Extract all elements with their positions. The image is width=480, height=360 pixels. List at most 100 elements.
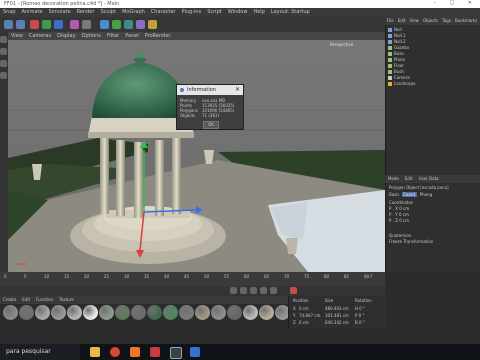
attributes-menu-item-0[interactable]: Mode xyxy=(388,176,399,181)
scale-tool-icon[interactable] xyxy=(42,20,51,29)
attributes-menu-item-2[interactable]: User Data xyxy=(419,176,439,181)
light-icon[interactable] xyxy=(148,20,157,29)
move-tool-icon[interactable] xyxy=(30,20,39,29)
play-icon[interactable] xyxy=(250,287,257,294)
spline-icon[interactable] xyxy=(112,20,121,29)
menu-item-7[interactable]: Plug-ins xyxy=(181,9,201,15)
coord-row[interactable]: P . Z 0 cm xyxy=(389,218,409,223)
close-icon[interactable]: ✕ xyxy=(235,85,240,95)
material-menu-item-1[interactable]: Edit xyxy=(22,297,30,302)
render-settings-icon[interactable] xyxy=(82,20,91,29)
object-manager-menu-item-4[interactable]: Tags xyxy=(442,18,451,23)
viewport-menu-item-6[interactable]: ProRender xyxy=(145,33,171,39)
menu-item-9[interactable]: Window xyxy=(228,9,248,15)
record-icon[interactable] xyxy=(290,287,297,294)
model-mode-icon[interactable] xyxy=(0,36,7,43)
menu-item-10[interactable]: Help xyxy=(253,9,264,15)
go-to-start-icon[interactable] xyxy=(230,287,237,294)
coord-rot-field[interactable]: H 0 ° xyxy=(355,306,365,311)
chrome-icon[interactable] xyxy=(110,347,120,357)
menu-item-3[interactable]: Render xyxy=(77,9,95,15)
material-swatch[interactable] xyxy=(227,305,242,320)
coord-size-field[interactable]: 640.342 cm xyxy=(325,320,349,325)
coord-pos-field[interactable]: 74.847 cm xyxy=(299,313,320,318)
generator-icon[interactable] xyxy=(124,20,133,29)
step-forward-icon[interactable] xyxy=(260,287,267,294)
redo-icon[interactable] xyxy=(16,20,25,29)
menu-item-8[interactable]: Script xyxy=(207,9,222,15)
material-swatch[interactable] xyxy=(179,305,194,320)
coord-row[interactable]: P . X 0 cm xyxy=(389,206,409,211)
rotate-tool-icon[interactable] xyxy=(54,20,63,29)
viewport-menu-item-5[interactable]: Panel xyxy=(125,33,139,39)
coord-size-field[interactable]: 480.403 cm xyxy=(325,306,349,311)
coord-pos-field[interactable]: 0 cm xyxy=(299,320,309,325)
material-swatch[interactable] xyxy=(163,305,178,320)
menu-item-1[interactable]: Animate xyxy=(22,9,43,15)
material-menu-item-2[interactable]: Function xyxy=(36,297,53,302)
viewport-menu-item-1[interactable]: Cameras xyxy=(29,33,51,39)
material-menu-item-3[interactable]: Texture xyxy=(59,297,74,302)
edges-mode-icon[interactable] xyxy=(0,60,7,67)
step-back-icon[interactable] xyxy=(240,287,247,294)
ok-button[interactable]: OK xyxy=(203,121,219,129)
render-icon[interactable] xyxy=(70,20,79,29)
material-swatch[interactable] xyxy=(3,305,18,320)
viewport-menu-item-4[interactable]: Filter xyxy=(107,33,119,39)
viewport-menu-item-2[interactable]: Display xyxy=(57,33,75,39)
object-manager-menu-item-3[interactable]: Objects xyxy=(423,18,438,23)
polygons-mode-icon[interactable] xyxy=(0,72,7,79)
viewport-menu-item-3[interactable]: Options xyxy=(82,33,101,39)
object-manager-menu-item-2[interactable]: View xyxy=(409,18,419,23)
material-menu-item-0[interactable]: Create xyxy=(3,297,16,302)
tab-basic[interactable]: Basic xyxy=(389,192,400,197)
menu-item-0[interactable]: Snap xyxy=(3,9,16,15)
material-swatch[interactable] xyxy=(243,305,258,320)
quaternion-section[interactable]: Quaternion xyxy=(389,233,411,238)
material-swatch[interactable] xyxy=(35,305,50,320)
3d-viewport[interactable] xyxy=(8,40,385,272)
object-list-item[interactable]: Landscape xyxy=(388,81,478,87)
blender-icon[interactable] xyxy=(130,347,140,357)
coord-pos-field[interactable]: 0 cm xyxy=(299,306,309,311)
menu-item-6[interactable]: Character xyxy=(151,9,176,15)
taskbar-search-box[interactable]: para pesquisar xyxy=(0,344,80,360)
deformer-icon[interactable] xyxy=(136,20,145,29)
attributes-menu-item-1[interactable]: Edit xyxy=(405,176,413,181)
window-controls[interactable]: – □ ✕ xyxy=(433,0,478,6)
material-swatch[interactable] xyxy=(83,305,98,320)
coord-row[interactable]: P . Y 0 cm xyxy=(389,212,409,217)
object-manager-menu-item-1[interactable]: Edit xyxy=(398,18,406,23)
menu-item-11[interactable]: Layout: Startup xyxy=(271,9,310,15)
material-swatch[interactable] xyxy=(131,305,146,320)
viewport-menu-item-0[interactable]: View xyxy=(11,33,23,39)
menu-item-5[interactable]: MoGraph xyxy=(122,9,145,15)
material-swatch[interactable] xyxy=(211,305,226,320)
coord-rot-field[interactable]: P 0 ° xyxy=(355,313,365,318)
menu-item-4[interactable]: Sculpt xyxy=(100,9,116,15)
cinema4d-icon[interactable] xyxy=(170,347,182,359)
object-manager-menu-item-0[interactable]: File xyxy=(387,18,394,23)
object-manager-menu-item-5[interactable]: Bookmarks xyxy=(455,18,477,23)
office-icon[interactable] xyxy=(150,347,160,357)
freeze-transformation-section[interactable]: Freeze Transformation xyxy=(389,239,433,244)
points-mode-icon[interactable] xyxy=(0,48,7,55)
menu-item-2[interactable]: Simulate xyxy=(49,9,71,15)
material-swatch[interactable] xyxy=(99,305,114,320)
material-swatch[interactable] xyxy=(147,305,162,320)
app-icon[interactable] xyxy=(190,347,200,357)
material-swatch[interactable] xyxy=(259,305,274,320)
material-swatch[interactable] xyxy=(51,305,66,320)
material-swatch[interactable] xyxy=(195,305,210,320)
undo-icon[interactable] xyxy=(4,20,13,29)
tab-coord[interactable]: Coord. xyxy=(402,192,418,197)
go-to-end-icon[interactable] xyxy=(270,287,277,294)
coord-rot-field[interactable]: B 0 ° xyxy=(355,320,365,325)
material-swatch[interactable] xyxy=(115,305,130,320)
file-explorer-icon[interactable] xyxy=(90,347,100,357)
coord-size-field[interactable]: 101.481 cm xyxy=(325,313,349,318)
cube-icon[interactable] xyxy=(100,20,109,29)
material-swatch[interactable] xyxy=(67,305,82,320)
material-swatch[interactable] xyxy=(19,305,34,320)
tab-phong[interactable]: Phong xyxy=(420,192,432,197)
